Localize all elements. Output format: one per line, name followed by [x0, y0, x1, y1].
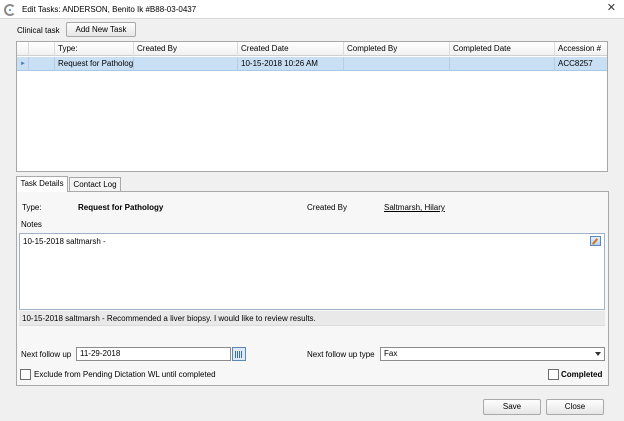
- grid-header-accession[interactable]: Accession #: [555, 42, 607, 56]
- notes-entry-text: 10-15-2018 saltmarsh -: [23, 237, 106, 246]
- notes-textarea[interactable]: 10-15-2018 saltmarsh -: [19, 233, 605, 310]
- row-cell-created-date: 10-15-2018 10:26 AM: [238, 57, 344, 71]
- row-pointer-icon: ►: [17, 57, 29, 71]
- row-cell-type: Request for Pathology: [55, 57, 134, 71]
- tab-task-details[interactable]: Task Details: [16, 176, 68, 192]
- next-follow-up-type-select[interactable]: Fax: [380, 347, 605, 361]
- next-follow-up-type-value: Fax: [384, 349, 398, 358]
- type-value: Request for Pathology: [78, 203, 164, 212]
- grid-header-type[interactable]: Type:: [55, 42, 134, 56]
- grid-header-completed-by[interactable]: Completed By: [344, 42, 450, 56]
- close-icon[interactable]: ✕: [607, 3, 616, 14]
- row-cell-completed-date: [450, 57, 555, 71]
- close-button[interactable]: Close: [546, 399, 604, 415]
- completed-label: Completed: [561, 370, 603, 379]
- exclude-label: Exclude from Pending Dictation WL until …: [34, 370, 216, 379]
- table-row[interactable]: ► Request for Pathology 10-15-2018 10:26…: [17, 57, 607, 71]
- grid-header-blank[interactable]: [29, 42, 55, 56]
- edit-note-icon[interactable]: [590, 236, 601, 246]
- created-by-link[interactable]: Saltmarsh, Hilary: [384, 203, 445, 212]
- next-follow-up-type-label: Next follow up type: [307, 350, 375, 359]
- grid-header-created-by[interactable]: Created By: [134, 42, 238, 56]
- clinical-task-label: Clinical task: [17, 26, 60, 35]
- row-cell-accession: ACC8257: [558, 59, 593, 68]
- tab-contact-log[interactable]: Contact Log: [69, 177, 121, 192]
- grid-header-completed-date[interactable]: Completed Date: [450, 42, 555, 56]
- window-title: Edit Tasks: ANDERSON, Benito Ik #B88-03-…: [22, 5, 197, 14]
- app-logo-icon: [4, 4, 16, 16]
- exclude-checkbox[interactable]: [20, 369, 31, 380]
- grid-header-created-date[interactable]: Created Date: [238, 42, 344, 56]
- grid-header: Type: Created By Created Date Completed …: [17, 42, 607, 56]
- task-grid: Type: Created By Created Date Completed …: [16, 41, 608, 172]
- save-button[interactable]: Save: [483, 399, 541, 415]
- notes-history: 10-15-2018 saltmarsh - Recommended a liv…: [19, 311, 605, 326]
- row-cell-completed-by: [344, 57, 450, 71]
- notes-label: Notes: [21, 220, 42, 229]
- completed-checkbox[interactable]: [548, 369, 559, 380]
- add-new-task-button[interactable]: Add New Task: [66, 22, 136, 37]
- chevron-down-icon[interactable]: [595, 352, 601, 356]
- row-cell-blank: [29, 57, 55, 71]
- calendar-icon[interactable]: [232, 347, 246, 361]
- created-by-label: Created By: [307, 203, 348, 212]
- type-label: Type:: [22, 203, 42, 212]
- next-follow-up-label: Next follow up: [21, 350, 72, 359]
- title-bar: Edit Tasks: ANDERSON, Benito Ik #B88-03-…: [0, 0, 624, 19]
- row-cell-created-by: [134, 57, 238, 71]
- grid-header-indicator: [17, 42, 29, 56]
- next-follow-up-date-input[interactable]: 11-29-2018: [76, 347, 231, 361]
